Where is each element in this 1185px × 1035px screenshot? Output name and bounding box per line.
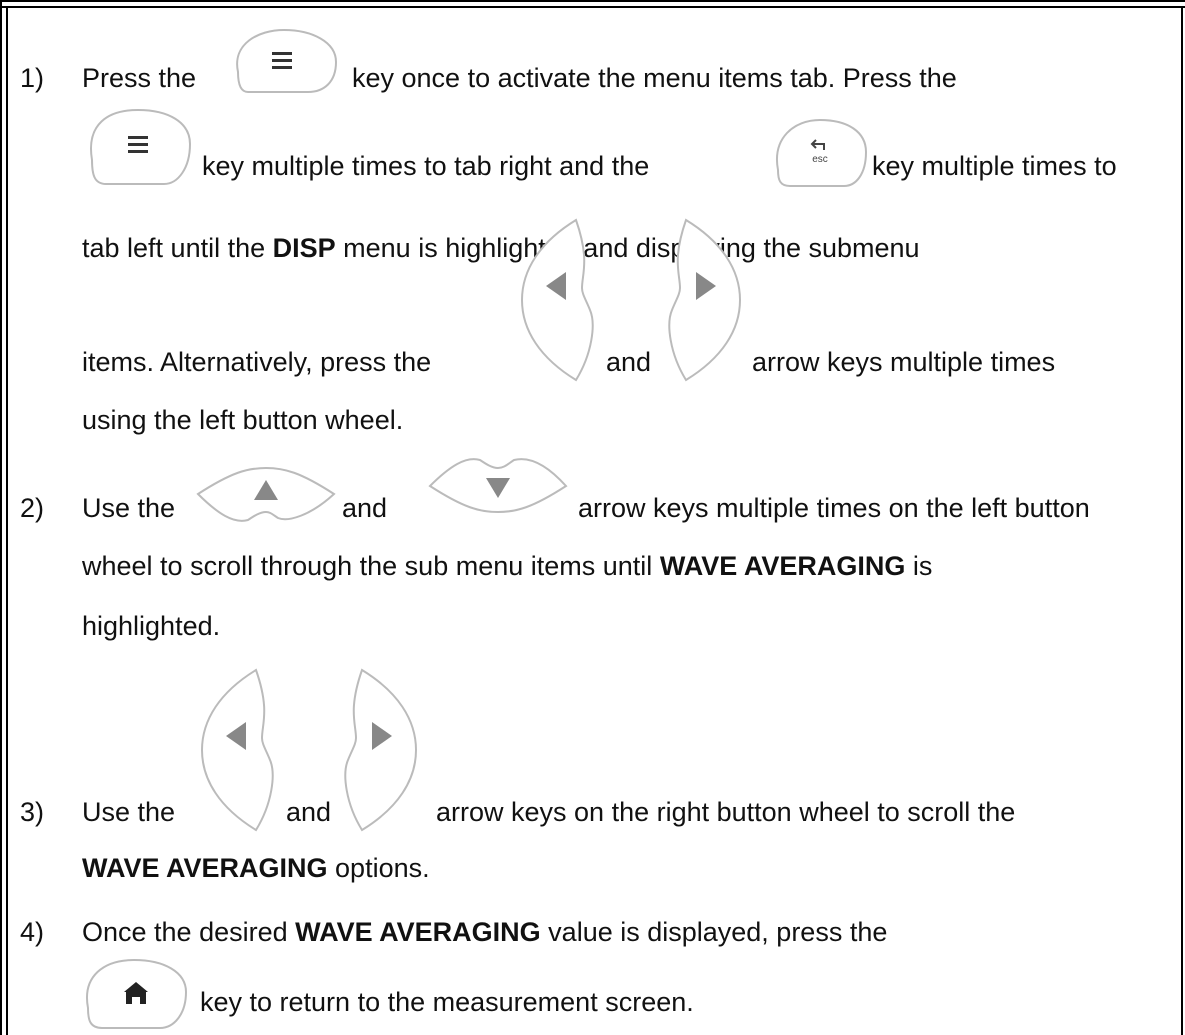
page-border-top: [0, 0, 1185, 2]
step-1-text: Press the: [82, 63, 197, 93]
wave-averaging-name: WAVE AVERAGING: [295, 917, 541, 947]
step-1-text: tab left until the DISP menu is highligh…: [82, 232, 920, 264]
step-2-text: and: [342, 493, 388, 523]
menu-key-icon: [84, 100, 196, 190]
right-arrow-key-icon: [340, 664, 422, 836]
step-3-text: Use the: [82, 797, 176, 827]
step-2-number: 2): [20, 493, 45, 523]
step-3-text: and: [286, 797, 332, 827]
step-2-text-a: wheel to scroll through the sub menu ite…: [82, 551, 660, 581]
step-1-text: and: [606, 347, 652, 377]
wave-averaging-name: WAVE AVERAGING: [82, 853, 328, 883]
step-4-text: Once the desired WAVE AVERAGING value is…: [82, 916, 887, 948]
step-1-text: key multiple times to tab right and the: [202, 151, 650, 181]
page-border-right: [1181, 6, 1183, 1035]
step-2-text: Use the: [82, 493, 176, 523]
step-1-text: key once to activate the menu items tab.…: [352, 63, 957, 93]
step-4-number: 4): [20, 917, 45, 947]
step-3-text: arrow keys on the right button wheel to …: [436, 797, 1016, 827]
left-arrow-key-icon: [196, 664, 278, 836]
step-1-text: arrow keys multiple times: [752, 347, 1056, 377]
esc-key-label: esc: [812, 154, 828, 165]
step-2-text-c: is: [905, 551, 933, 581]
page-border-left: [0, 0, 2, 1035]
step-1-text: using the left button wheel.: [82, 405, 404, 435]
step-4-text: key to return to the measurement screen.: [200, 987, 694, 1017]
left-arrow-key-icon: [516, 214, 598, 386]
step-3-number: 3): [20, 797, 45, 827]
esc-key-icon: esc: [770, 110, 870, 190]
step-1-number: 1): [20, 63, 45, 93]
step-1-text: key multiple times to: [872, 151, 1117, 181]
step-1-text: items. Alternatively, press the: [82, 347, 432, 377]
step-1-text-a: tab left until the: [82, 233, 273, 263]
down-arrow-key-icon: [424, 450, 572, 530]
step-4-text-a: Once the desired: [82, 917, 296, 947]
step-3-text-b: options.: [327, 853, 430, 883]
page-border-left-inner: [6, 6, 8, 1035]
page-border-top-inner: [0, 6, 1185, 8]
step-4-text-c: value is displayed, press the: [540, 917, 888, 947]
step-3-text: WAVE AVERAGING options.: [82, 852, 430, 884]
up-arrow-key-icon: [192, 450, 340, 530]
home-key-icon: [80, 950, 192, 1034]
wave-averaging-name: WAVE AVERAGING: [659, 551, 906, 581]
right-arrow-key-icon: [664, 214, 746, 386]
step-1-text-c: menu is highlighted and displaying the s…: [335, 233, 920, 263]
disp-menu-name: DISP: [272, 233, 336, 263]
step-2-text: arrow keys multiple times on the left bu…: [578, 493, 1090, 523]
step-2-text: highlighted.: [82, 611, 221, 641]
step-2-text: wheel to scroll through the sub menu ite…: [82, 550, 932, 582]
menu-key-icon: [228, 24, 340, 96]
